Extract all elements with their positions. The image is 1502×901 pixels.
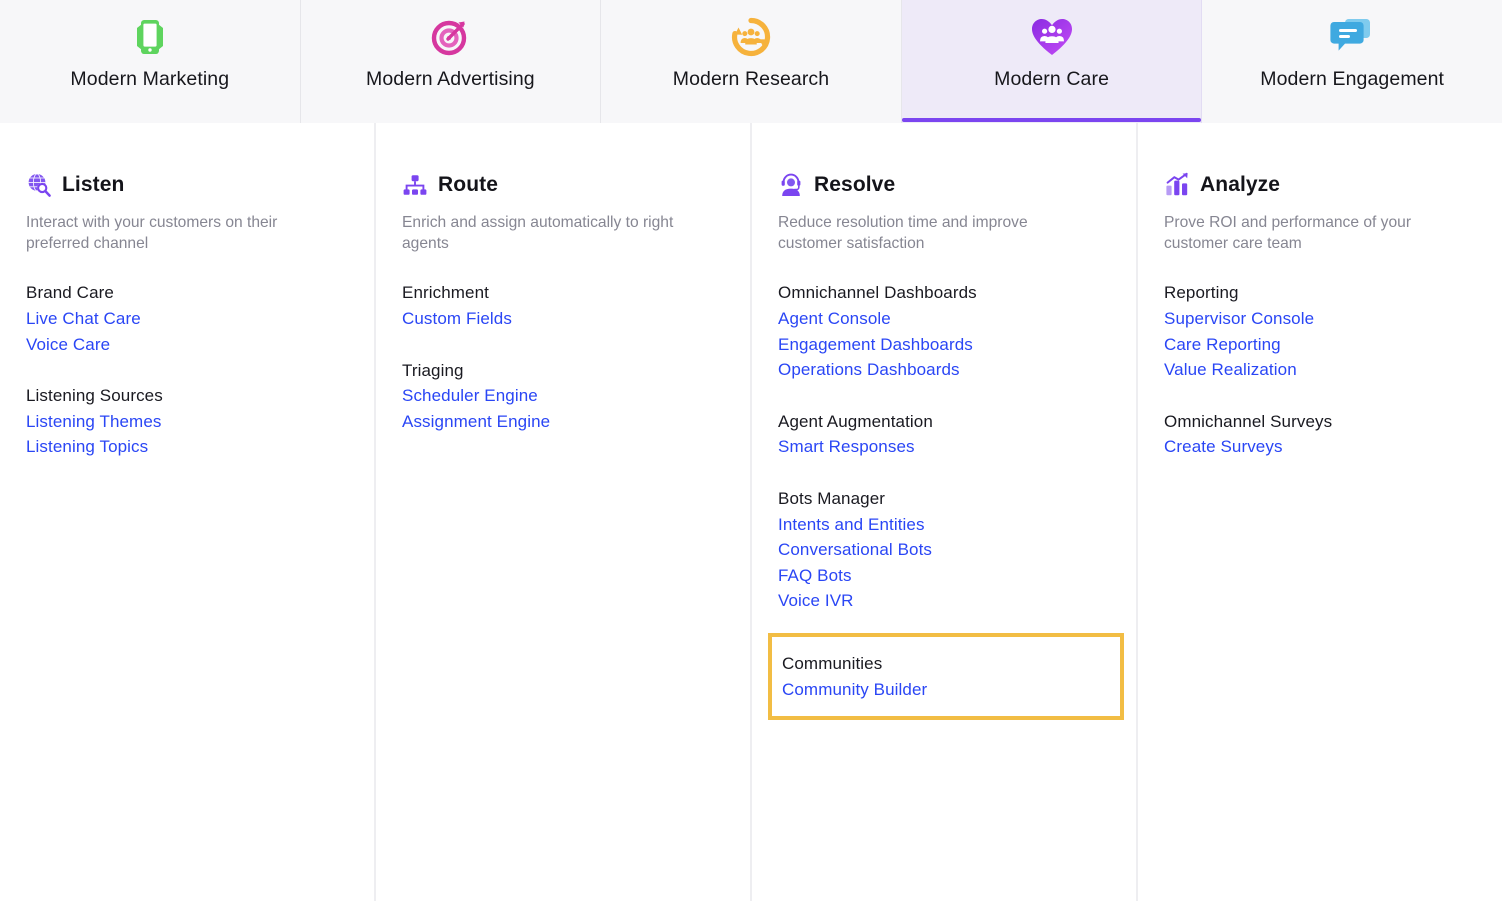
menu-link[interactable]: Custom Fields bbox=[402, 306, 728, 332]
column-description: Reduce resolution time and improve custo… bbox=[778, 214, 1028, 252]
tab-modern-engagement[interactable]: Modern Engagement bbox=[1202, 0, 1502, 123]
column-title: Resolve bbox=[814, 173, 896, 196]
menu-link[interactable]: FAQ Bots bbox=[778, 563, 1114, 589]
menu-link[interactable]: Voice IVR bbox=[778, 588, 1114, 614]
column-header: Route bbox=[402, 171, 728, 199]
menu-link[interactable]: Listening Topics bbox=[26, 434, 352, 460]
heart-people-icon bbox=[1026, 10, 1078, 64]
hierarchy-icon bbox=[402, 172, 428, 198]
link-group-title: Enrichment bbox=[402, 283, 489, 303]
menu-link[interactable]: Agent Console bbox=[778, 306, 1114, 332]
tab-label: Modern Care bbox=[994, 68, 1110, 90]
menu-link[interactable]: Live Chat Care bbox=[26, 306, 352, 332]
menu-link[interactable]: Scheduler Engine bbox=[402, 383, 728, 409]
link-group: Omnichannel Dashboards Agent Console Engag… bbox=[778, 280, 1114, 382]
column-title: Analyze bbox=[1200, 173, 1281, 196]
link-group: Omnichannel Surveys Create Surveys bbox=[1164, 409, 1478, 460]
link-group-title: Omnichannel Surveys bbox=[1164, 411, 1333, 431]
link-group: Reporting Supervisor Console Care Reportin… bbox=[1164, 280, 1478, 382]
column-header: Analyze bbox=[1164, 171, 1478, 199]
menu-link[interactable]: Community Builder bbox=[782, 677, 1120, 703]
menu-link[interactable]: Listening Themes bbox=[26, 409, 352, 435]
link-group: Bots Manager Intents and Entities Conversa… bbox=[778, 486, 1114, 614]
link-group-title: Agent Augmentation bbox=[778, 411, 933, 431]
column-listen: Listen Interact with your customers on t… bbox=[0, 123, 376, 901]
link-group: Brand Care Live Chat Care Voice Care bbox=[26, 280, 352, 357]
tab-label: Modern Engagement bbox=[1260, 68, 1445, 90]
mobile-phone-icon bbox=[124, 10, 176, 64]
column-resolve: Resolve Reduce resolution time and impro… bbox=[752, 123, 1138, 901]
column-title: Route bbox=[438, 173, 498, 196]
link-group-title: Communities bbox=[782, 654, 883, 673]
highlighted-link-group: Communities Community Builder bbox=[768, 633, 1124, 721]
menu-link[interactable]: Value Realization bbox=[1164, 357, 1478, 383]
column-header: Listen bbox=[26, 171, 352, 199]
tab-modern-advertising[interactable]: Modern Advertising bbox=[300, 0, 602, 123]
column-description: Interact with your customers on their pr… bbox=[26, 214, 278, 252]
menu-link[interactable]: Conversational Bots bbox=[778, 537, 1114, 563]
link-group-title: Reporting bbox=[1164, 283, 1239, 303]
agent-headset-icon bbox=[778, 172, 804, 198]
column-header: Resolve bbox=[778, 171, 1114, 199]
link-group: Agent Augmentation Smart Responses bbox=[778, 409, 1114, 460]
tab-modern-research[interactable]: Modern Research bbox=[601, 0, 902, 123]
menu-link[interactable]: Create Surveys bbox=[1164, 434, 1478, 460]
tab-label: Modern Marketing bbox=[70, 68, 230, 90]
column-route: Route Enrich and assign automatically to… bbox=[376, 123, 752, 901]
link-group-title: Omnichannel Dashboards bbox=[778, 283, 977, 303]
active-tab-underline bbox=[901, 118, 1202, 122]
menu-link[interactable]: Operations Dashboards bbox=[778, 357, 1114, 383]
chat-bubbles-icon bbox=[1326, 10, 1378, 64]
link-group: Enrichment Custom Fields bbox=[402, 280, 728, 331]
link-group: Listening Sources Listening Themes Listeni… bbox=[26, 383, 352, 460]
product-tab-bar: Modern Marketing Modern Advertising Mode… bbox=[0, 0, 1502, 132]
menu-link[interactable]: Engagement Dashboards bbox=[778, 332, 1114, 358]
menu-link[interactable]: Intents and Entities bbox=[778, 512, 1114, 538]
menu-link[interactable]: Supervisor Console bbox=[1164, 306, 1478, 332]
target-arrow-icon bbox=[424, 10, 476, 64]
column-analyze: Analyze Prove ROI and performance of you… bbox=[1138, 171, 1502, 901]
bar-chart-trend-icon bbox=[1164, 172, 1190, 198]
link-group-title: Brand Care bbox=[26, 283, 114, 303]
menu-link[interactable]: Care Reporting bbox=[1164, 332, 1478, 358]
column-title: Listen bbox=[62, 173, 125, 196]
menu-link[interactable]: Assignment Engine bbox=[402, 409, 728, 435]
link-group-title: Triaging bbox=[402, 360, 464, 380]
column-description: Enrich and assign automatically to right… bbox=[402, 214, 674, 252]
tab-modern-marketing[interactable]: Modern Marketing bbox=[0, 0, 301, 123]
column-description: Prove ROI and performance of your custom… bbox=[1164, 214, 1412, 252]
globe-search-icon bbox=[26, 172, 52, 198]
link-group-title: Listening Sources bbox=[26, 386, 163, 406]
menu-link[interactable]: Smart Responses bbox=[778, 434, 1114, 460]
people-cycle-icon bbox=[725, 10, 777, 64]
link-group-title: Bots Manager bbox=[778, 489, 886, 509]
tab-label: Modern Research bbox=[672, 68, 830, 90]
mega-menu-panel: Listen Interact with your customers on t… bbox=[0, 123, 1502, 901]
link-group: Triaging Scheduler Engine Assignment Engin… bbox=[402, 358, 728, 435]
tab-label: Modern Advertising bbox=[366, 68, 535, 90]
tab-modern-care[interactable]: Modern Care bbox=[901, 0, 1203, 132]
menu-link[interactable]: Voice Care bbox=[26, 332, 352, 358]
